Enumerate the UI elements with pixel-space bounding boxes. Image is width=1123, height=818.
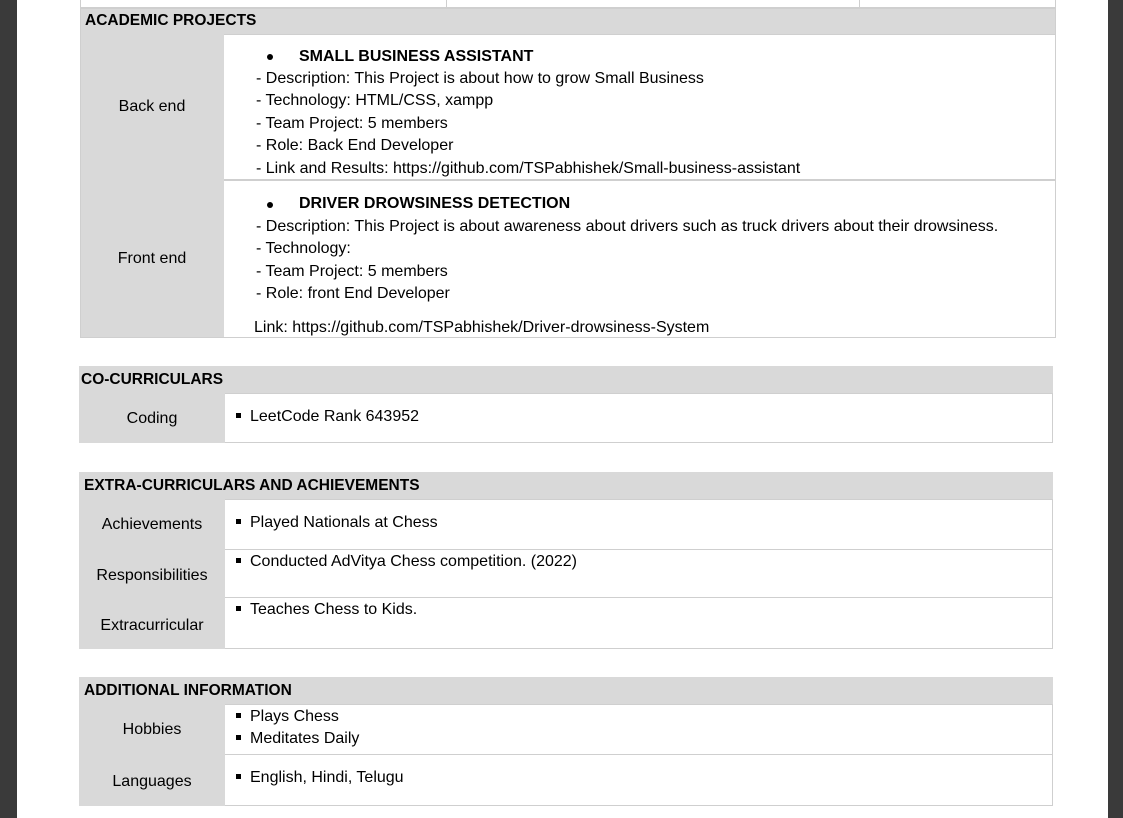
project-team: - Team Project: 5 members bbox=[256, 115, 448, 132]
list-item: Meditates Daily bbox=[236, 730, 359, 748]
project-description: - Description: This Project is about awa… bbox=[256, 218, 999, 235]
bullet-icon bbox=[267, 202, 273, 208]
list-item: Teaches Chess to Kids. bbox=[236, 601, 417, 619]
achievements-cell: Played Nationals at Chess bbox=[225, 499, 1053, 550]
viewer-margin-left bbox=[0, 0, 17, 818]
list-item: Plays Chess bbox=[236, 708, 339, 726]
languages-cell: English, Hindi, Telugu bbox=[225, 755, 1053, 806]
square-bullet-icon bbox=[236, 606, 241, 611]
list-item: Played Nationals at Chess bbox=[236, 514, 438, 532]
row-label-back-end: Back end bbox=[80, 34, 224, 180]
project-cell-driver-drowsiness: DRIVER DROWSINESS DETECTION - Descriptio… bbox=[224, 180, 1056, 338]
list-item: English, Hindi, Telugu bbox=[236, 769, 404, 787]
project-title: SMALL BUSINESS ASSISTANT bbox=[299, 48, 534, 65]
previous-table-bottom bbox=[80, 0, 1056, 8]
square-bullet-icon bbox=[236, 713, 241, 718]
row-label-extracurricular: Extracurricular bbox=[79, 598, 225, 649]
project-link[interactable]: Link: https://github.com/TSPabhishek/Dri… bbox=[254, 319, 709, 337]
project-role: - Role: Back End Developer bbox=[256, 137, 454, 154]
square-bullet-icon bbox=[236, 735, 241, 740]
square-bullet-icon bbox=[236, 519, 241, 524]
bullet-icon bbox=[267, 54, 273, 60]
project-title: DRIVER DROWSINESS DETECTION bbox=[299, 195, 571, 212]
project-description: - Description: This Project is about how… bbox=[256, 70, 704, 87]
viewer-margin-right bbox=[1108, 0, 1123, 818]
row-label-achievements: Achievements bbox=[79, 499, 225, 550]
square-bullet-icon bbox=[236, 413, 241, 418]
project-link[interactable]: - Link and Results: https://github.com/T… bbox=[256, 160, 800, 178]
row-label-front-end: Front end bbox=[80, 180, 224, 338]
list-item: Conducted AdVitya Chess competition. (20… bbox=[236, 553, 577, 571]
row-label-responsibilities: Responsibilities bbox=[79, 550, 225, 598]
section-header-co-curriculars: CO-CURRICULARS bbox=[79, 366, 1053, 393]
hobbies-cell: Plays Chess Meditates Daily bbox=[225, 704, 1053, 755]
row-label-coding: Coding bbox=[79, 393, 225, 443]
square-bullet-icon bbox=[236, 558, 241, 563]
project-role: - Role: front End Developer bbox=[256, 285, 450, 302]
section-header-extra-curriculars: EXTRA-CURRICULARS AND ACHIEVEMENTS bbox=[79, 472, 1053, 499]
extracurricular-cell: Teaches Chess to Kids. bbox=[225, 598, 1053, 649]
responsibilities-cell: Conducted AdVitya Chess competition. (20… bbox=[225, 550, 1053, 598]
coding-cell: LeetCode Rank 643952 bbox=[225, 393, 1053, 443]
row-label-languages: Languages bbox=[79, 755, 225, 806]
list-item: LeetCode Rank 643952 bbox=[236, 408, 419, 426]
project-cell-small-business: SMALL BUSINESS ASSISTANT - Description: … bbox=[224, 34, 1056, 180]
project-technology: - Technology: bbox=[256, 240, 351, 257]
section-header-additional-info: ADDITIONAL INFORMATION bbox=[79, 677, 1053, 704]
square-bullet-icon bbox=[236, 774, 241, 779]
project-team: - Team Project: 5 members bbox=[256, 263, 448, 280]
project-technology: - Technology: HTML/CSS, xampp bbox=[256, 92, 494, 109]
section-header-academic-projects: ACADEMIC PROJECTS bbox=[80, 8, 1056, 34]
row-label-hobbies: Hobbies bbox=[79, 704, 225, 755]
